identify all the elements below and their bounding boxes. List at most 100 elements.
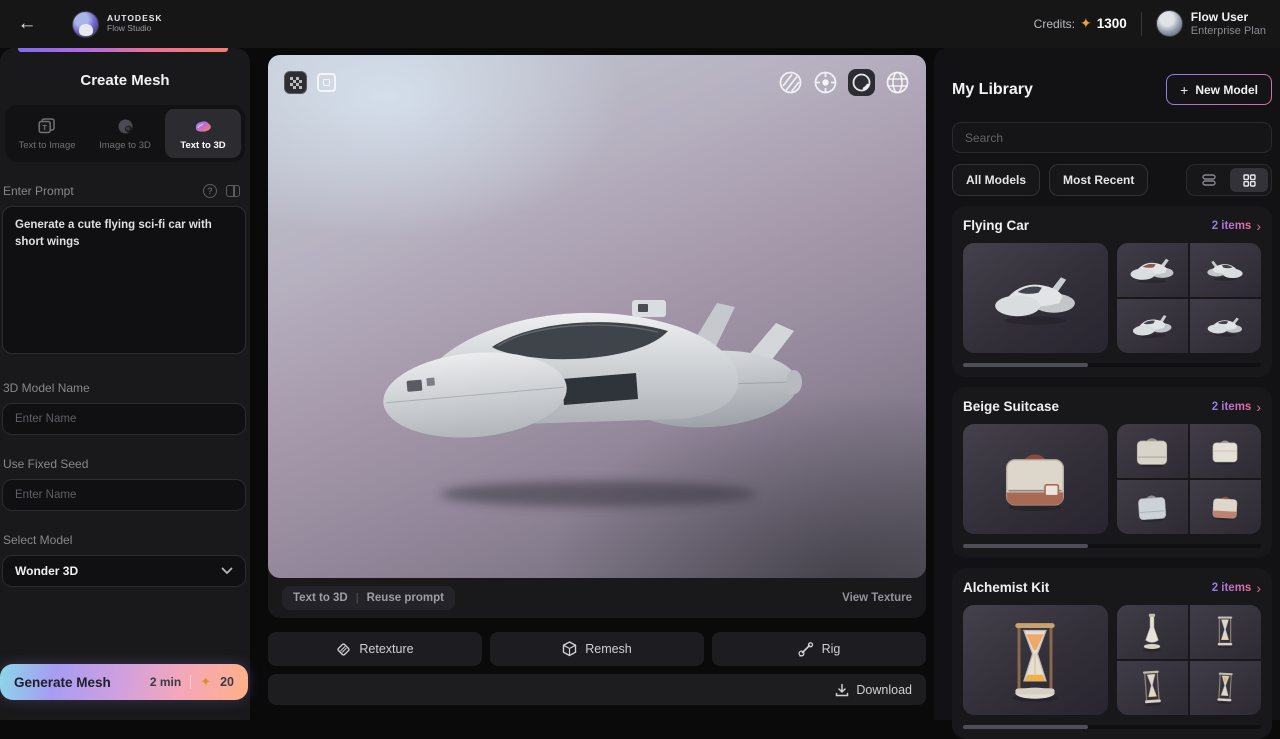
new-model-button[interactable]: + New Model (1166, 74, 1272, 105)
flying-car-render (380, 287, 832, 519)
credits-value: 1300 (1097, 16, 1127, 31)
thumbnail-hourglass-main[interactable] (963, 605, 1108, 715)
3d-viewport-canvas[interactable] (268, 55, 926, 578)
top-bar: ← AUTODESK Flow Studio Credits: ✦ 1300 F… (0, 0, 1280, 48)
frame-view-icon[interactable] (317, 73, 336, 92)
user-menu[interactable]: Flow User Enterprise Plan (1156, 10, 1266, 38)
thumbnail-alchemy-variant[interactable] (1190, 661, 1261, 715)
generate-label: Generate Mesh (14, 675, 111, 690)
list-view-button[interactable] (1190, 168, 1228, 192)
section-scrollbar[interactable] (963, 363, 1261, 367)
mode-tabbar: T Text to Image Image to 3D Text to 3D (5, 105, 245, 162)
generate-time: 2 min (150, 675, 181, 689)
viewport-footer: Text to 3D | Reuse prompt View Texture (268, 578, 926, 618)
library-title: My Library (952, 81, 1033, 99)
remesh-button[interactable]: Remesh (490, 632, 704, 666)
user-avatar (1156, 10, 1183, 37)
rig-label: Rig (822, 642, 841, 656)
cost-star-icon: ✦ (200, 674, 211, 690)
model-name-input[interactable] (2, 403, 246, 435)
section-scrollbar[interactable] (963, 544, 1261, 548)
section-scrollbar[interactable] (963, 725, 1261, 729)
filter-label: Most Recent (1063, 173, 1134, 187)
thumbnail-alchemy-variant[interactable] (1117, 605, 1188, 659)
generate-divider (190, 675, 191, 689)
texture-view-toggle-icon[interactable] (284, 71, 307, 94)
back-button[interactable]: ← (14, 11, 40, 37)
section-expand-link[interactable]: 2 items › (1212, 219, 1261, 233)
thumbnail-flying-car-variant[interactable] (1190, 243, 1261, 297)
thumbnail-beige-suitcase-main[interactable] (963, 424, 1108, 534)
model-name-label: 3D Model Name (3, 381, 90, 395)
mesh-actions-row: Retexture Remesh Rig (268, 632, 926, 666)
flow-studio-logo-icon (72, 11, 99, 38)
download-label: Download (856, 683, 912, 697)
product-name: Flow Studio (107, 24, 163, 34)
thumbnail-grid-alchemist-kit (1117, 605, 1262, 715)
chevron-right-icon: › (1256, 400, 1261, 414)
thumbnail-suitcase-variant[interactable] (1117, 424, 1188, 478)
seed-label: Use Fixed Seed (3, 457, 88, 471)
material-preview-icon[interactable] (848, 69, 875, 96)
wireframe-shading-icon[interactable] (778, 70, 803, 95)
filter-most-recent[interactable]: Most Recent (1049, 164, 1148, 196)
download-icon (835, 683, 849, 697)
view-texture-button[interactable]: View Texture (842, 592, 912, 604)
tab-image-to-3d[interactable]: Image to 3D (87, 109, 163, 158)
prompt-history-pill[interactable]: Text to 3D | Reuse prompt (282, 586, 455, 610)
tab-text-to-image[interactable]: T Text to Image (9, 109, 85, 158)
remesh-label: Remesh (585, 642, 632, 656)
grid-view-icon (1243, 174, 1256, 187)
chevron-right-icon: › (1256, 581, 1261, 595)
section-count: 2 items (1212, 220, 1252, 232)
new-model-label: New Model (1195, 83, 1258, 97)
thumbnail-alchemy-variant[interactable] (1117, 661, 1188, 715)
thumbnail-flying-car-variant[interactable] (1117, 299, 1188, 353)
generate-mesh-button[interactable]: Generate Mesh 2 min ✦ 20 (0, 664, 248, 700)
download-button[interactable]: Download (268, 674, 926, 705)
section-name: Alchemist Kit (963, 580, 1049, 595)
user-plan: Enterprise Plan (1191, 25, 1266, 38)
credits-label: Credits: (1034, 17, 1075, 31)
create-mesh-panel: Create Mesh T Text to Image Image to 3D … (0, 48, 250, 720)
info-icon[interactable]: ? (203, 184, 217, 198)
wireframe-globe-icon[interactable] (885, 70, 910, 95)
thumbnail-grid-beige-suitcase (1117, 424, 1262, 534)
retexture-button[interactable]: Retexture (268, 632, 482, 666)
library-section-alchemist-kit: Alchemist Kit 2 items › (952, 568, 1272, 739)
rig-button[interactable]: Rig (712, 632, 926, 666)
tab-label: Text to 3D (180, 140, 225, 151)
model-select-value: Wonder 3D (15, 564, 78, 578)
thumbnail-flying-car-main[interactable] (963, 243, 1108, 353)
credits-star-icon: ✦ (1080, 15, 1092, 32)
thumbnail-flying-car-variant[interactable] (1190, 299, 1261, 353)
columns-icon[interactable] (226, 185, 240, 197)
section-count: 2 items (1212, 401, 1252, 413)
thumbnail-suitcase-variant[interactable] (1190, 424, 1261, 478)
tab-label: Image to 3D (99, 140, 151, 151)
section-expand-link[interactable]: 2 items › (1212, 400, 1261, 414)
rig-bone-icon (798, 642, 814, 657)
filter-all-models[interactable]: All Models (952, 164, 1040, 196)
prompt-input[interactable]: Generate a cute flying sci-fi car with s… (2, 206, 246, 354)
gizmo-orbit-icon[interactable] (813, 70, 838, 95)
library-search-input[interactable] (952, 122, 1272, 153)
model-select-dropdown[interactable]: Wonder 3D (2, 555, 246, 587)
thumbnail-suitcase-variant[interactable] (1190, 480, 1261, 534)
chevron-right-icon: › (1256, 219, 1261, 233)
generate-cost: 20 (220, 675, 234, 689)
thumbnail-flying-car-variant[interactable] (1117, 243, 1188, 297)
section-expand-link[interactable]: 2 items › (1212, 581, 1261, 595)
plus-icon: + (1180, 82, 1188, 98)
tab-label: Text to Image (18, 140, 75, 151)
accent-gradient-bar (18, 48, 228, 52)
image-to-3d-icon (115, 117, 135, 135)
section-count: 2 items (1212, 582, 1252, 594)
thumbnail-suitcase-variant[interactable] (1117, 480, 1188, 534)
select-model-label: Select Model (3, 533, 72, 547)
thumbnail-alchemy-variant[interactable] (1190, 605, 1261, 659)
seed-input[interactable] (2, 479, 246, 511)
grid-view-button[interactable] (1230, 168, 1268, 192)
reuse-prompt-button[interactable]: Reuse prompt (367, 592, 444, 604)
tab-text-to-3d[interactable]: Text to 3D (165, 109, 241, 158)
